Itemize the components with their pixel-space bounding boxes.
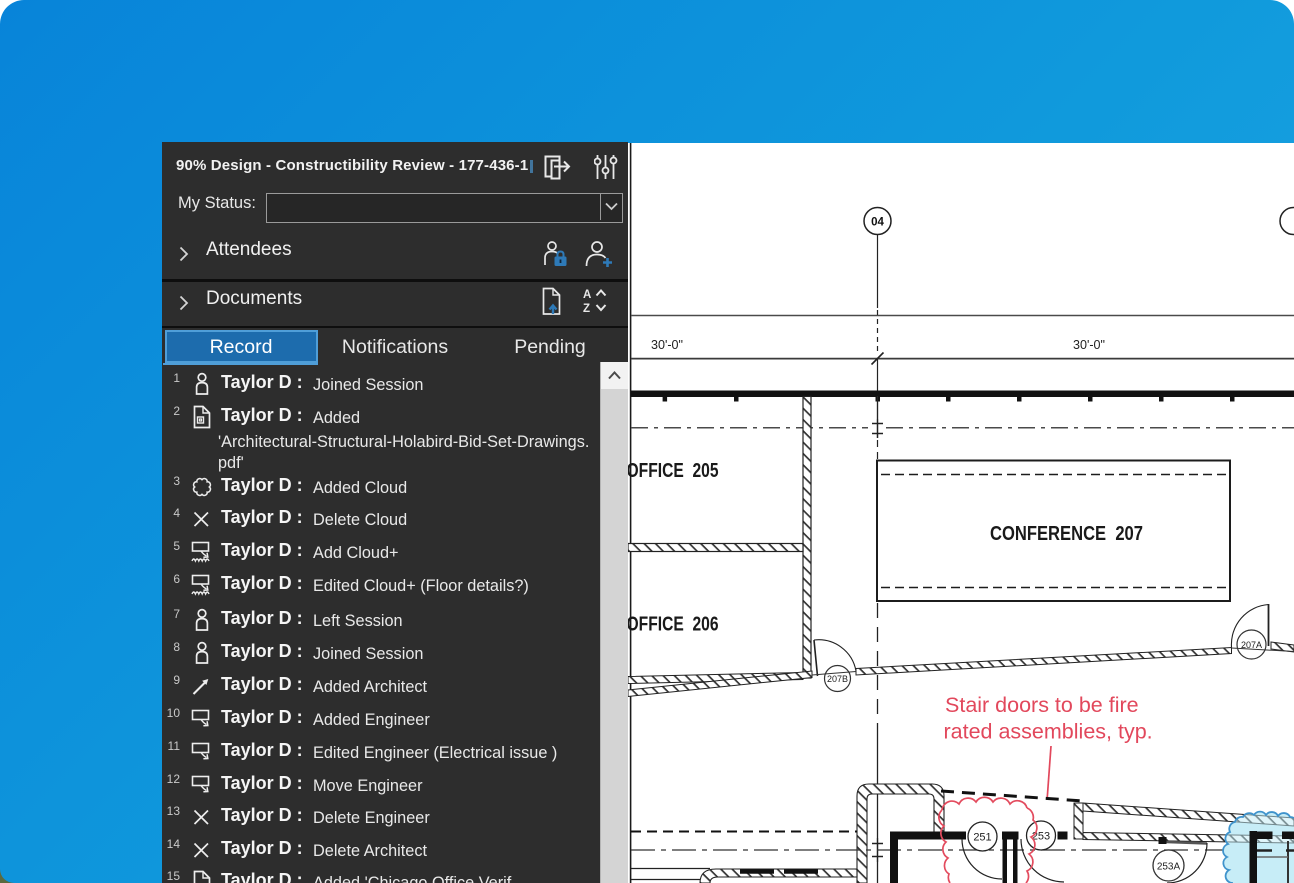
svg-text:207A: 207A	[1241, 640, 1262, 650]
svg-text:rated assemblies, typ.: rated assemblies, typ.	[944, 720, 1153, 744]
svg-text:30'-0": 30'-0"	[1073, 337, 1105, 352]
svg-text:253A: 253A	[1157, 862, 1181, 873]
svg-text:04: 04	[871, 217, 884, 229]
svg-text:Stair doors to be fire: Stair doors to be fire	[945, 693, 1139, 717]
svg-text:OFFICE 205: OFFICE 205	[628, 460, 719, 482]
svg-text:207B: 207B	[827, 674, 848, 684]
svg-text:A: A	[583, 289, 591, 301]
svg-text:251: 251	[973, 832, 991, 844]
svg-text:30'-0": 30'-0"	[651, 337, 683, 352]
svg-text:CONFERENCE 207: CONFERENCE 207	[990, 523, 1143, 545]
svg-text:Z: Z	[583, 303, 590, 315]
svg-text:OFFICE 206: OFFICE 206	[628, 614, 719, 636]
